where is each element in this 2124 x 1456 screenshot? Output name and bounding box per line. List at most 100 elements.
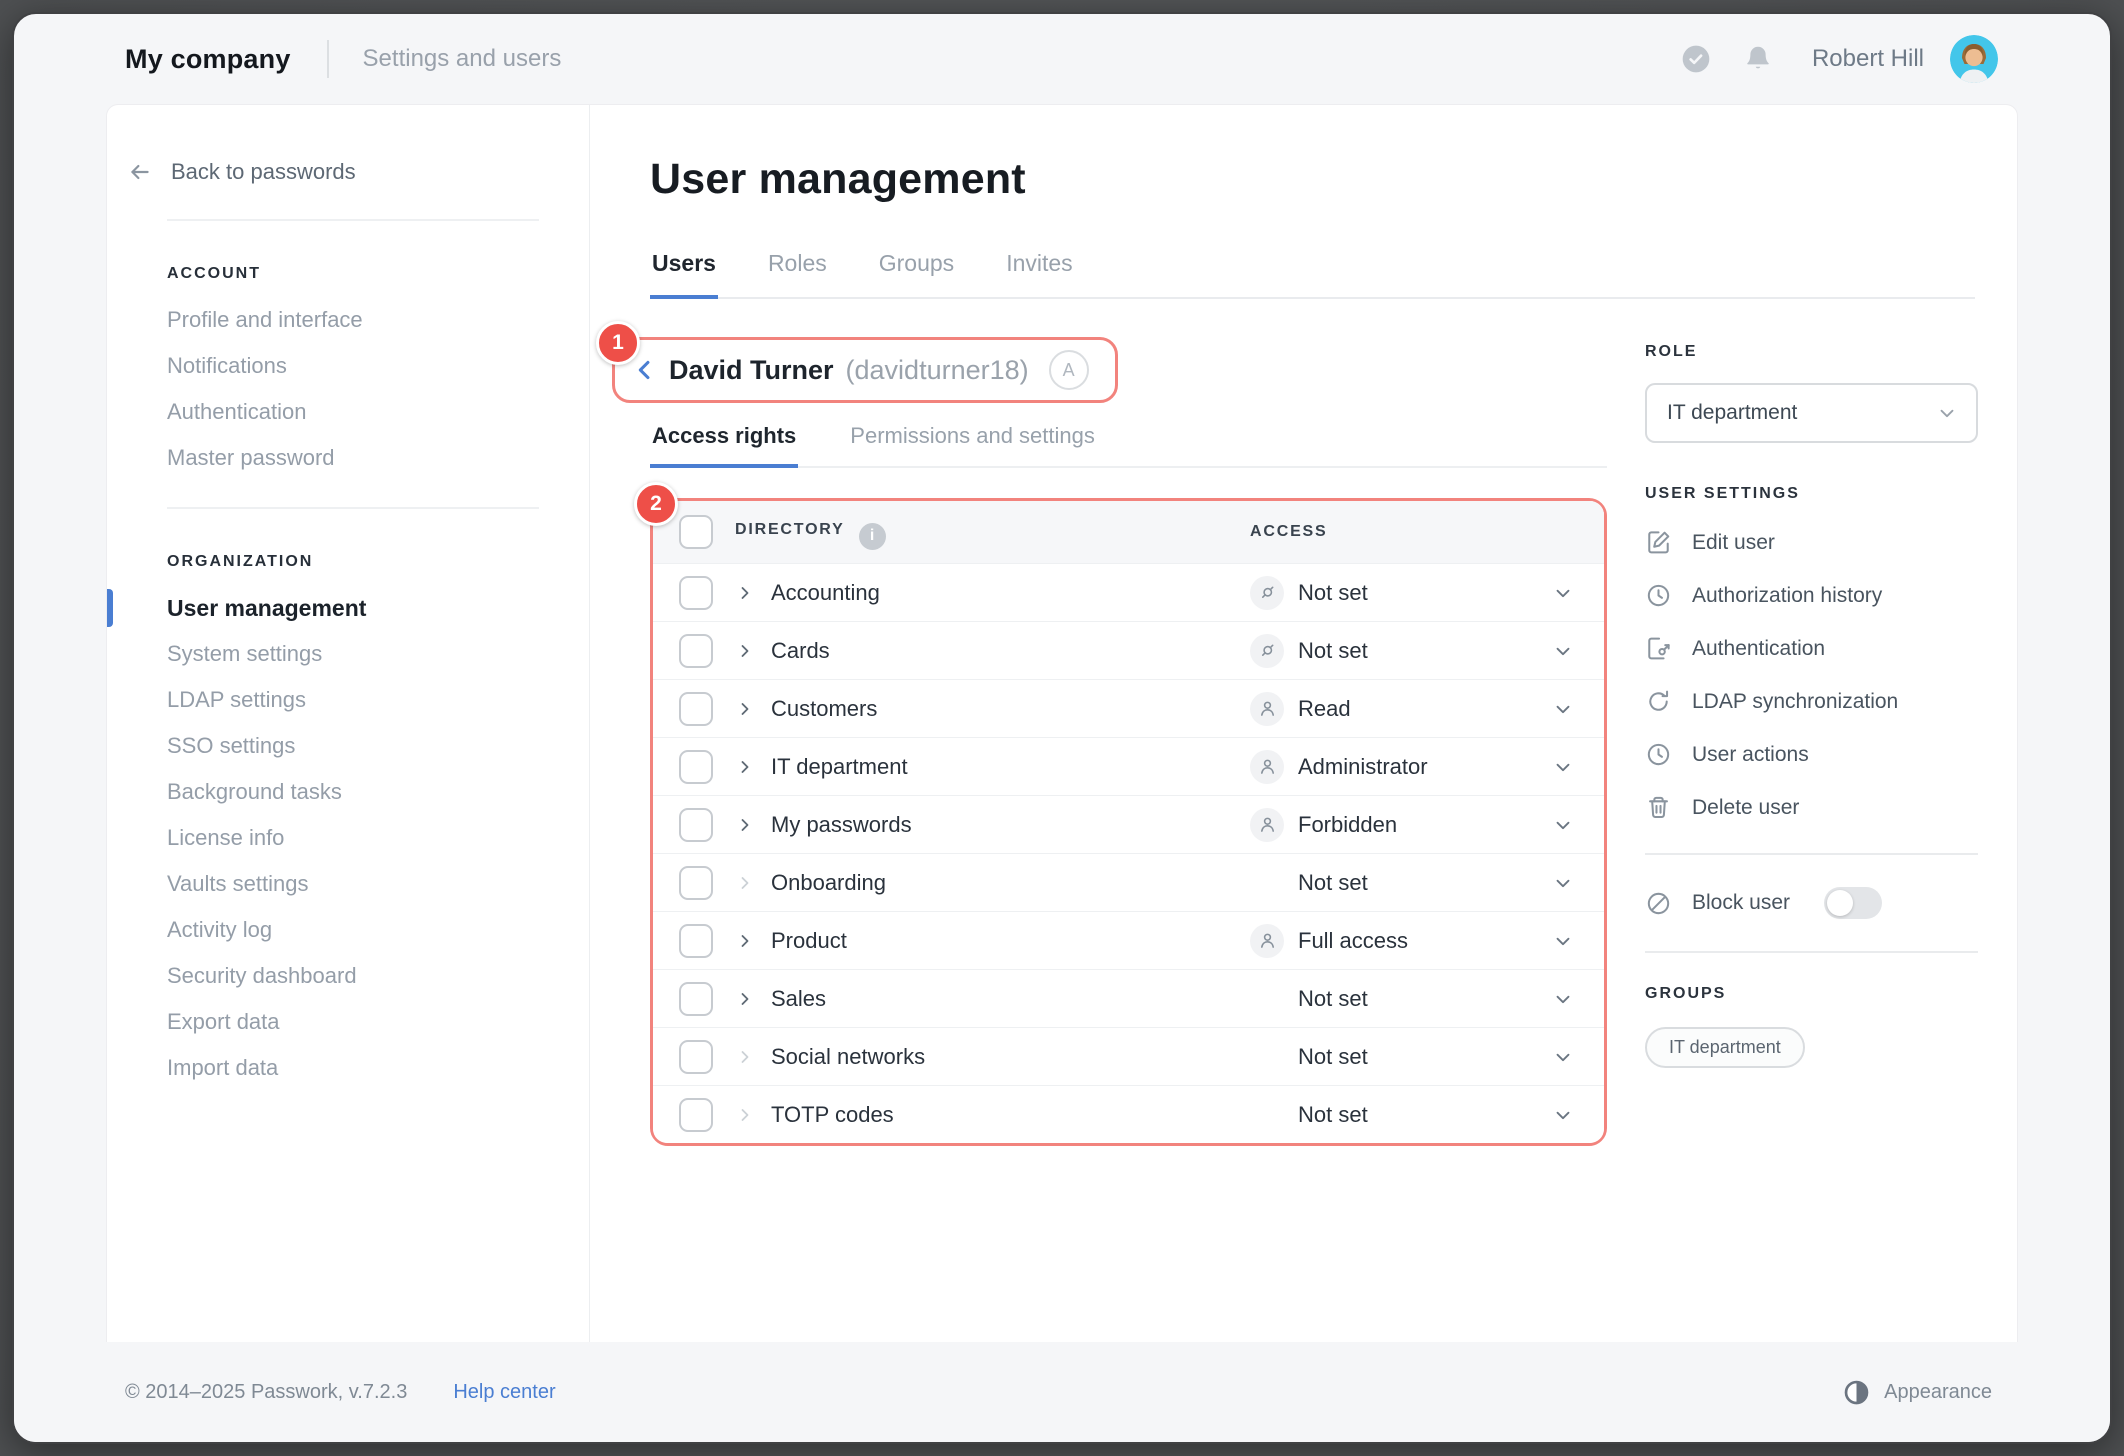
row-checkbox[interactable] bbox=[679, 691, 713, 726]
row-checkbox[interactable] bbox=[679, 807, 713, 842]
chevron-right-icon[interactable] bbox=[735, 641, 755, 661]
chevron-down-icon[interactable] bbox=[1552, 1046, 1574, 1068]
user-full-name: David Turner bbox=[669, 354, 834, 385]
row-checkbox[interactable] bbox=[679, 575, 713, 610]
chevron-right-icon[interactable] bbox=[735, 699, 755, 719]
sidebar-item[interactable]: Master password bbox=[107, 435, 589, 481]
authentication-action[interactable]: Authentication bbox=[1645, 635, 1978, 662]
sidebar-item[interactable]: Import data bbox=[107, 1045, 589, 1091]
role-select[interactable]: IT department bbox=[1645, 383, 1978, 443]
row-checkbox[interactable] bbox=[679, 749, 713, 784]
row-checkbox[interactable] bbox=[679, 1039, 713, 1074]
sidebar-item[interactable]: License info bbox=[107, 815, 589, 861]
admin-badge-icon: A bbox=[1048, 350, 1089, 390]
page-title: User management bbox=[650, 155, 1026, 203]
appearance-toggle[interactable]: Appearance bbox=[1843, 1379, 1992, 1406]
tab[interactable]: Invites bbox=[1004, 250, 1074, 299]
annotation-badge-1: 1 bbox=[596, 321, 640, 365]
chevron-right-icon[interactable] bbox=[735, 989, 755, 1009]
group-chip[interactable]: IT department bbox=[1645, 1027, 1805, 1068]
sidebar-item[interactable]: Notifications bbox=[107, 343, 589, 389]
sidebar-item[interactable]: Authentication bbox=[107, 389, 589, 435]
chevron-left-icon[interactable] bbox=[631, 356, 659, 384]
chevron-right-icon[interactable] bbox=[735, 757, 755, 777]
topbar-section-label: Settings and users bbox=[362, 45, 562, 72]
annotation-badge-2: 2 bbox=[634, 482, 678, 526]
chevron-right-icon[interactable] bbox=[735, 815, 755, 835]
chevron-down-icon[interactable] bbox=[1552, 698, 1574, 720]
sidebar-item[interactable]: Security dashboard bbox=[107, 953, 589, 999]
authorization-history-action[interactable]: Authorization history bbox=[1645, 582, 1978, 609]
chevron-down-icon[interactable] bbox=[1552, 872, 1574, 894]
row-checkbox[interactable] bbox=[679, 633, 713, 668]
groups-chips: IT department bbox=[1645, 1027, 1978, 1068]
sidebar-item-label: SSO settings bbox=[167, 733, 296, 758]
chevron-right-icon[interactable] bbox=[735, 583, 755, 603]
avatar[interactable] bbox=[1950, 35, 1998, 83]
sidebar-item[interactable]: System settings bbox=[107, 631, 589, 677]
check-circle-icon[interactable] bbox=[1680, 43, 1712, 75]
sidebar-heading-account: ACCOUNT bbox=[167, 265, 261, 282]
sidebar-item-label: System settings bbox=[167, 641, 323, 666]
sidebar-item-label: Export data bbox=[167, 1009, 280, 1034]
access-table: DIRECTORY i ACCESS Accounting Not set Ca… bbox=[653, 501, 1604, 1143]
chevron-down-icon[interactable] bbox=[1552, 814, 1574, 836]
sidebar-divider bbox=[167, 507, 539, 509]
sidebar-item-label: Notifications bbox=[167, 353, 287, 378]
info-icon[interactable]: i bbox=[858, 522, 886, 550]
user-header-annotated-box: 1 David Turner (davidturner18) A bbox=[596, 321, 1118, 403]
sidebar-item[interactable]: Vaults settings bbox=[107, 861, 589, 907]
directory-name: Social networks bbox=[771, 1043, 926, 1069]
edit-user-action[interactable]: Edit user bbox=[1645, 529, 1978, 556]
help-center-link[interactable]: Help center bbox=[453, 1381, 555, 1404]
block-user-toggle[interactable] bbox=[1824, 887, 1883, 919]
sidebar-item[interactable]: LDAP settings bbox=[107, 677, 589, 723]
sidebar-item[interactable]: Activity log bbox=[107, 907, 589, 953]
chevron-down-icon[interactable] bbox=[1552, 930, 1574, 952]
sidebar-item[interactable]: Profile and interface bbox=[107, 297, 589, 343]
subtab[interactable]: Permissions and settings bbox=[848, 423, 1097, 468]
directory-name: Accounting bbox=[771, 579, 880, 605]
chevron-down-icon[interactable] bbox=[1552, 988, 1574, 1010]
sidebar-item[interactable]: SSO settings bbox=[107, 723, 589, 769]
trash-icon bbox=[1645, 794, 1672, 821]
ldap-synchronization-action[interactable]: LDAP synchronization bbox=[1645, 688, 1978, 715]
subtab[interactable]: Access rights bbox=[650, 423, 799, 468]
row-checkbox[interactable] bbox=[679, 981, 713, 1016]
bell-icon[interactable] bbox=[1742, 43, 1774, 75]
sidebar-item[interactable]: Export data bbox=[107, 999, 589, 1045]
current-user-name: Robert Hill bbox=[1811, 45, 1924, 72]
row-checkbox[interactable] bbox=[679, 1097, 713, 1132]
chevron-right-icon[interactable] bbox=[735, 873, 755, 893]
access-type-icon bbox=[1250, 923, 1284, 958]
content-row: 1 David Turner (davidturner18) A Access … bbox=[596, 321, 1978, 1146]
sidebar-item[interactable]: User management bbox=[107, 585, 589, 631]
tab[interactable]: Users bbox=[650, 250, 718, 299]
row-checkbox[interactable] bbox=[679, 923, 713, 958]
action-label: Authentication bbox=[1692, 636, 1826, 660]
directory-name: Customers bbox=[771, 695, 878, 721]
back-arrow-icon bbox=[127, 159, 153, 185]
tab[interactable]: Groups bbox=[877, 250, 956, 299]
clock-icon bbox=[1645, 582, 1672, 609]
chevron-down-icon[interactable] bbox=[1552, 640, 1574, 662]
user-actions-action[interactable]: User actions bbox=[1645, 741, 1978, 768]
sync-icon bbox=[1645, 688, 1672, 715]
sidebar-item-label: Authentication bbox=[167, 399, 307, 424]
chevron-right-icon[interactable] bbox=[735, 931, 755, 951]
company-name: My company bbox=[125, 43, 291, 74]
select-all-checkbox[interactable] bbox=[679, 515, 713, 549]
chevron-down-icon[interactable] bbox=[1552, 582, 1574, 604]
tab[interactable]: Roles bbox=[766, 250, 829, 299]
chevron-down-icon[interactable] bbox=[1552, 756, 1574, 778]
access-type-icon bbox=[1250, 633, 1284, 668]
back-to-passwords-link[interactable]: Back to passwords bbox=[107, 151, 589, 193]
sidebar-item[interactable]: Background tasks bbox=[107, 769, 589, 815]
directory-name: Sales bbox=[771, 985, 827, 1011]
chevron-right-icon[interactable] bbox=[735, 1105, 755, 1125]
sidebar-item-label: Vaults settings bbox=[167, 871, 309, 896]
chevron-down-icon[interactable] bbox=[1552, 1104, 1574, 1126]
delete-user-action[interactable]: Delete user bbox=[1645, 794, 1978, 821]
chevron-right-icon[interactable] bbox=[735, 1047, 755, 1067]
row-checkbox[interactable] bbox=[679, 865, 713, 900]
